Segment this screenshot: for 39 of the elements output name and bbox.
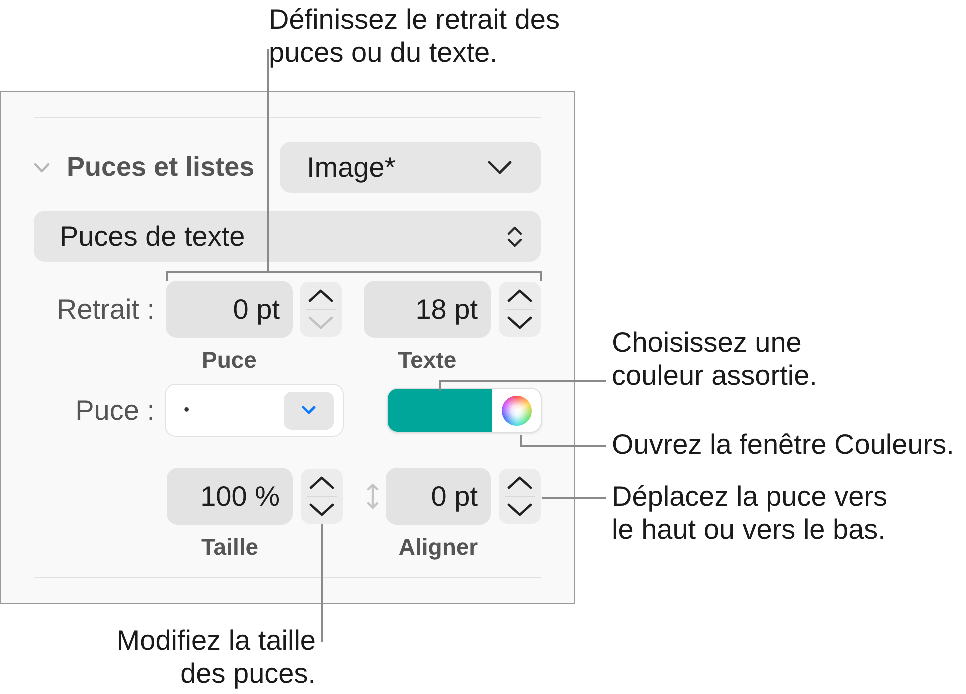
field-caption: Aligner: [398, 534, 480, 560]
field-caption: Texte: [397, 346, 458, 374]
field-caption: Taille: [200, 534, 260, 560]
section-title: Puces et listes: [67, 152, 255, 183]
color-wheel-icon[interactable]: [502, 396, 532, 426]
dropdown-button[interactable]: [284, 392, 334, 430]
number-field[interactable]: 0 pt: [166, 281, 293, 338]
bullet-popup[interactable]: •: [165, 384, 344, 437]
stepper[interactable]: [301, 469, 343, 524]
chevron-up-icon[interactable]: [309, 476, 335, 490]
chevron-up-icon[interactable]: [507, 476, 533, 490]
field-caption: Puce: [201, 346, 258, 374]
style-popup[interactable]: Image*: [280, 142, 541, 193]
stepper[interactable]: [499, 469, 541, 524]
chevron-down-icon[interactable]: [309, 503, 335, 517]
bullet-value: •: [184, 402, 190, 420]
up-down-arrow-icon: [366, 483, 380, 510]
number-field[interactable]: 18 pt: [364, 281, 491, 338]
callout-text: Définissez le retrait des puces ou du texte.: [269, 3, 560, 69]
field-label: Puce :: [74, 394, 155, 426]
callout-text: Modifiez la taille des puces.: [116, 624, 316, 690]
stepper[interactable]: [300, 282, 342, 337]
leader-line: [542, 497, 606, 499]
chevron-down-icon[interactable]: [507, 316, 533, 330]
number-field[interactable]: 100 %: [167, 468, 293, 525]
color-swatch-icon[interactable]: [388, 389, 492, 432]
list-type-popup[interactable]: Puces de texte: [34, 211, 541, 262]
field-label: Retrait :: [56, 294, 155, 326]
callout-text: Ouvrez la fenêtre Couleurs.: [612, 428, 954, 461]
number-field[interactable]: 0 pt: [386, 468, 491, 525]
stepper[interactable]: [499, 282, 541, 337]
up-down-chevron-icon: [507, 226, 523, 248]
callout-text: Choisissez une couleur assortie.: [612, 326, 818, 392]
chevron-down-icon[interactable]: [507, 503, 533, 517]
chevron-down-icon: [488, 160, 512, 174]
chevron-down-icon: [302, 406, 316, 415]
chevron-up-icon[interactable]: [507, 289, 533, 303]
callout-text: Déplacez la puce vers le haut ou vers le bas.: [612, 480, 888, 546]
chevron-up-icon[interactable]: [308, 289, 334, 303]
